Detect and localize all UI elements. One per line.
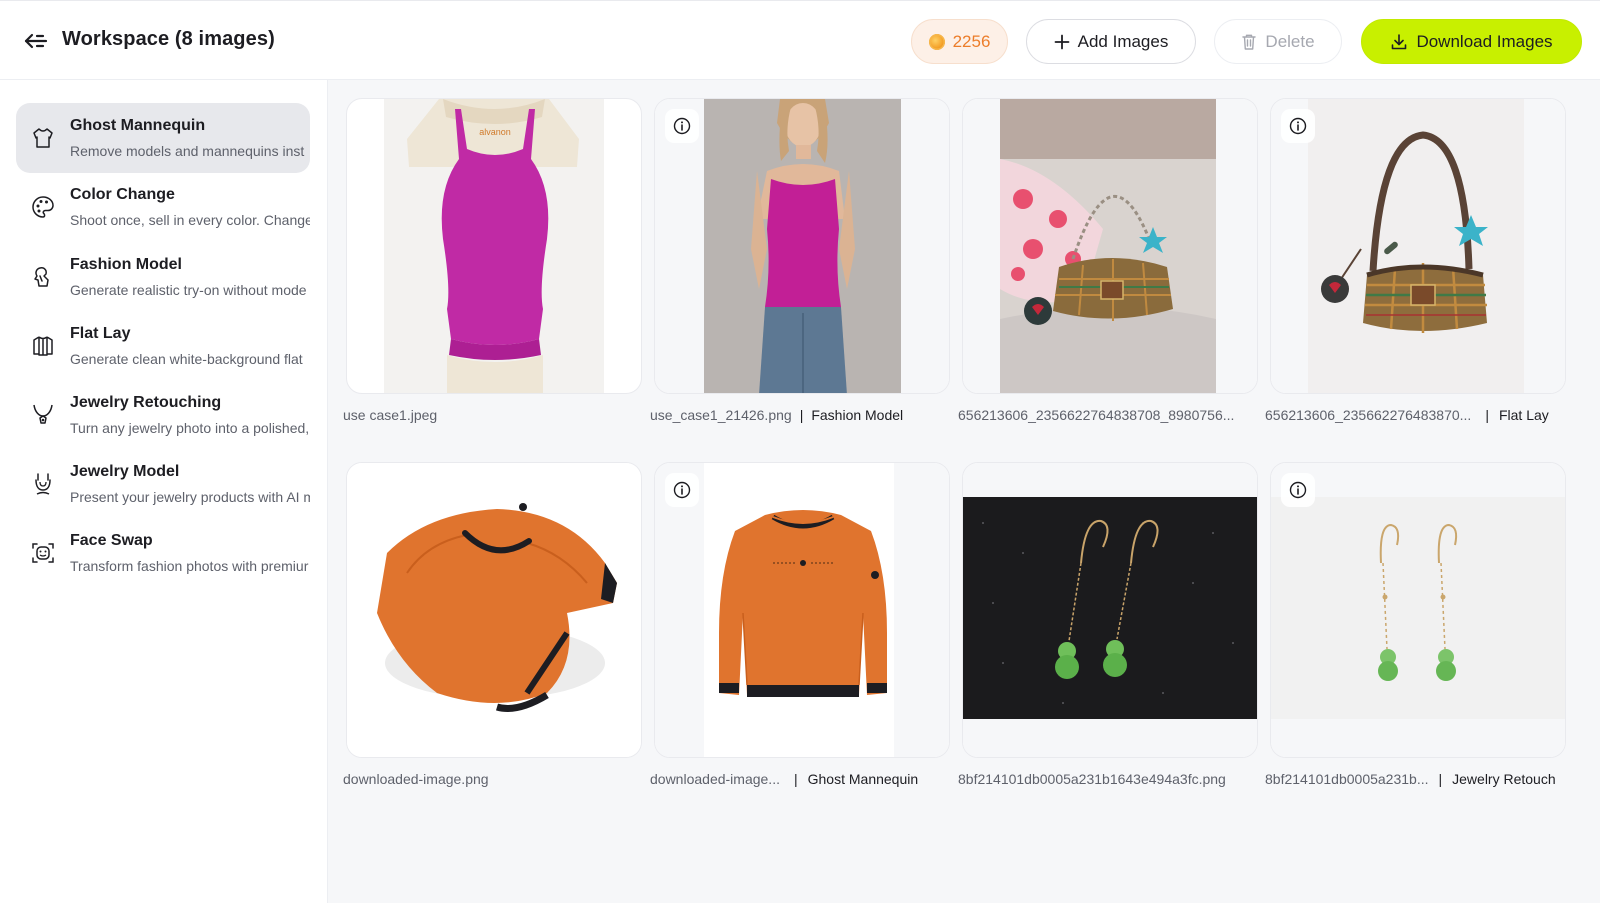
sidebar-item-label: Jewelry Model	[70, 463, 180, 480]
image-card[interactable]	[1270, 462, 1566, 758]
sidebar-item-label: Face Swap	[70, 532, 153, 549]
image-filename: 8bf214101db0005a231b1643e494a3fc.png	[958, 771, 1226, 787]
image-tool-tag: Fashion Model	[811, 407, 904, 423]
image-tool-tag: Flat Lay	[1498, 407, 1549, 423]
sidebar-item-desc: Turn any jewelry photo into a polished,	[70, 420, 310, 436]
image-card[interactable]	[654, 462, 950, 758]
back-arrow-icon[interactable]	[20, 27, 52, 55]
image-card[interactable]: alvanon	[346, 98, 642, 394]
image-thumbnail	[963, 99, 1257, 393]
add-images-label: Add Images	[1077, 31, 1169, 51]
sidebar-item-fashion-model[interactable]: Fashion Model Generate realistic try-on …	[16, 242, 310, 312]
sidebar-item-desc: Shoot once, sell in every color. Change	[70, 212, 310, 228]
top-bar: Workspace (8 images) 2256 Add Images Del…	[0, 0, 1600, 80]
image-thumbnail	[655, 99, 949, 393]
sidebar-item-color-change[interactable]: Color Change Shoot once, sell in every c…	[16, 172, 310, 242]
palette-icon	[28, 192, 58, 222]
image-caption: downloaded-image... | Ghost Mannequin	[650, 771, 919, 787]
sidebar-item-label: Jewelry Retouching	[70, 394, 222, 411]
face-swap-icon	[28, 538, 58, 568]
image-filename: use case1.jpeg	[343, 407, 438, 423]
image-caption: use_case1_21426.png | Fashion Model	[650, 407, 904, 423]
image-caption: downloaded-image.png	[343, 771, 489, 787]
jewelry-model-icon	[28, 469, 58, 499]
image-card[interactable]	[962, 98, 1258, 394]
sidebar-item-label: Flat Lay	[70, 325, 131, 342]
svg-text:alvanon: alvanon	[479, 127, 511, 137]
coin-icon	[928, 33, 945, 50]
info-icon[interactable]	[1281, 109, 1315, 143]
image-tool-tag: Jewelry Retouch	[1452, 771, 1556, 787]
image-thumbnail	[655, 463, 949, 757]
image-filename: downloaded-image.png	[343, 771, 489, 787]
image-gallery: alvanon use case1.jpeg use_case1_21426.p…	[328, 80, 1600, 903]
image-card[interactable]	[962, 462, 1258, 758]
sidebar-item-desc: Generate realistic try-on without mode	[70, 282, 307, 298]
image-caption: 656213606_2356622764838708_8980756...	[958, 407, 1234, 423]
image-thumbnail	[347, 463, 641, 757]
image-filename: 656213606_235662276483870...	[1265, 407, 1472, 423]
sidebar-item-desc: Transform fashion photos with premiur	[70, 558, 309, 574]
sidebar-item-flat-lay[interactable]: Flat Lay Generate clean white-background…	[16, 311, 310, 381]
delete-button[interactable]: Delete	[1214, 19, 1342, 64]
plus-icon	[1054, 34, 1070, 49]
credits-badge[interactable]: 2256	[911, 19, 1008, 64]
image-thumbnail	[1271, 99, 1565, 393]
page-title: Workspace (8 images)	[62, 28, 275, 50]
ghost-mannequin-icon	[28, 123, 58, 153]
sidebar-item-desc: Present your jewelry products with AI m	[70, 489, 310, 505]
sidebar-item-ghost-mannequin[interactable]: Ghost Mannequin Remove models and manneq…	[16, 103, 310, 173]
image-card[interactable]	[1270, 98, 1566, 394]
flat-lay-icon	[28, 331, 58, 361]
sidebar-item-jewelry-model[interactable]: Jewelry Model Present your jewelry produ…	[16, 449, 310, 519]
image-filename: 8bf214101db0005a231b...	[1265, 771, 1429, 787]
image-caption: 656213606_235662276483870... | Flat Lay	[1265, 407, 1549, 423]
sidebar-item-desc: Remove models and mannequins inst	[70, 143, 305, 159]
info-icon[interactable]	[665, 109, 699, 143]
download-icon	[1392, 33, 1407, 49]
tools-sidebar: Ghost Mannequin Remove models and manneq…	[0, 80, 328, 903]
image-thumbnail: alvanon	[384, 99, 604, 393]
image-tool-tag: Ghost Mannequin	[807, 771, 919, 787]
sidebar-item-label: Ghost Mannequin	[70, 117, 206, 134]
image-filename: downloaded-image...	[650, 771, 780, 787]
delete-label: Delete	[1265, 31, 1315, 51]
info-icon[interactable]	[1281, 473, 1315, 507]
image-thumbnail	[963, 463, 1257, 757]
sidebar-item-label: Color Change	[70, 186, 175, 203]
download-images-button[interactable]: Download Images	[1361, 19, 1582, 64]
info-icon[interactable]	[665, 473, 699, 507]
credits-value: 2256	[952, 31, 991, 51]
image-caption: use case1.jpeg	[343, 407, 437, 423]
image-card[interactable]	[654, 98, 950, 394]
fashion-model-icon	[28, 262, 58, 292]
image-filename: 656213606_2356622764838708_8980756...	[958, 407, 1235, 423]
image-caption: 8bf214101db0005a231b1643e494a3fc.png	[958, 771, 1226, 787]
sidebar-item-label: Fashion Model	[70, 256, 182, 273]
trash-icon	[1242, 34, 1257, 50]
add-images-button[interactable]: Add Images	[1026, 19, 1196, 64]
download-images-label: Download Images	[1416, 31, 1553, 51]
sidebar-item-face-swap[interactable]: Face Swap Transform fashion photos with …	[16, 518, 310, 588]
sidebar-item-desc: Generate clean white-background flat	[70, 351, 303, 367]
image-card[interactable]	[346, 462, 642, 758]
image-filename: use_case1_21426.png	[650, 407, 792, 423]
image-thumbnail	[1271, 463, 1565, 757]
necklace-icon	[28, 400, 58, 430]
sidebar-item-jewelry-retouching[interactable]: Jewelry Retouching Turn any jewelry phot…	[16, 380, 310, 450]
image-caption: 8bf214101db0005a231b... | Jewelry Retouch	[1265, 771, 1556, 787]
